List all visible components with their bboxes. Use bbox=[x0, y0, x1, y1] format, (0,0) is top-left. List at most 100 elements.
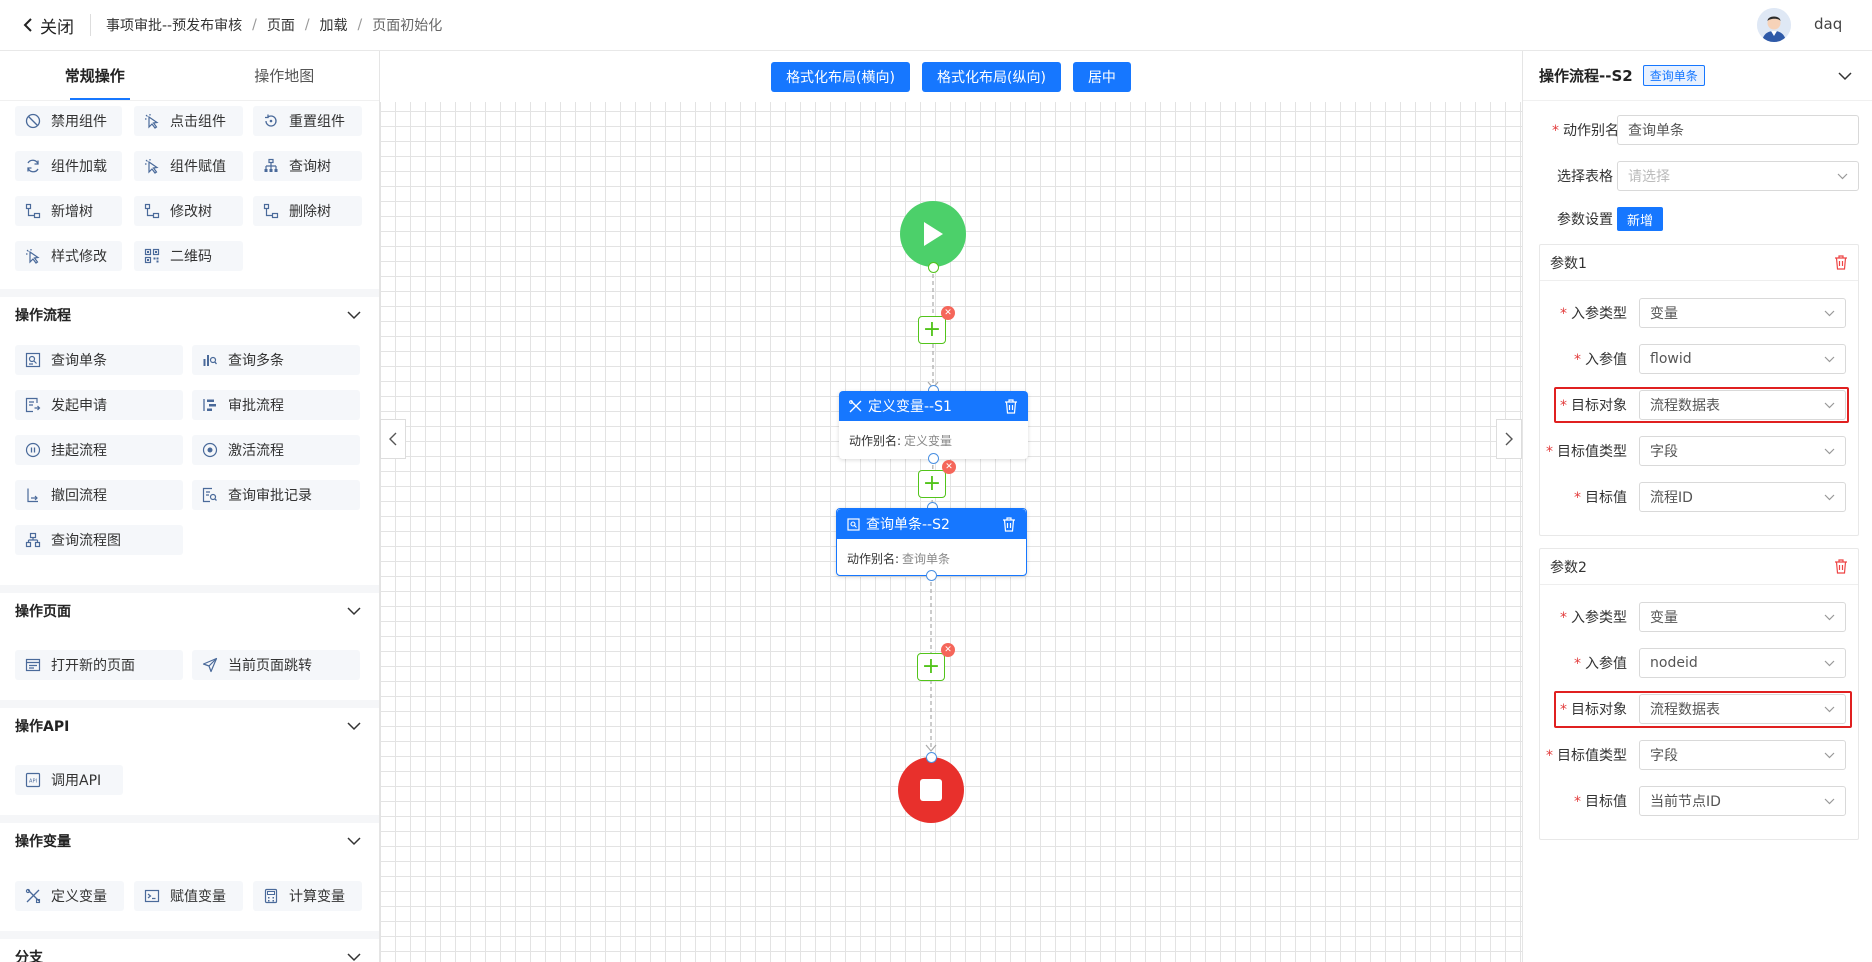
section-header-page[interactable]: 操作页面 bbox=[0, 585, 379, 629]
param1-target-value-type-select[interactable]: 字段 bbox=[1639, 436, 1846, 466]
chevron-down-icon bbox=[347, 837, 361, 846]
delete-edge-icon[interactable]: ✕ bbox=[942, 460, 956, 474]
collapse-left-panel-button[interactable] bbox=[380, 419, 406, 459]
chevron-down-icon bbox=[1824, 310, 1835, 317]
tab-common-ops[interactable]: 常规操作 bbox=[0, 51, 190, 100]
table-select[interactable]: 请选择 bbox=[1617, 161, 1859, 191]
delete-edge-icon[interactable]: ✕ bbox=[941, 643, 955, 657]
flow-steps-icon bbox=[202, 397, 218, 413]
header-divider bbox=[90, 14, 91, 36]
table-select-placeholder: 请选择 bbox=[1628, 169, 1670, 185]
palette-item-label: 组件赋值 bbox=[170, 159, 226, 175]
palette-item-label: 调用API bbox=[51, 773, 102, 789]
user-name[interactable]: daq bbox=[1814, 15, 1842, 33]
undo-doc-icon bbox=[25, 487, 41, 503]
bar-search-icon bbox=[202, 352, 218, 368]
section-header-flow[interactable]: 操作流程 bbox=[0, 289, 379, 333]
trash-icon[interactable] bbox=[1004, 399, 1018, 414]
palette-item-query-approval-record[interactable]: 查询审批记录 bbox=[192, 480, 360, 510]
param2-input-type-select[interactable]: 变量 bbox=[1639, 602, 1846, 632]
end-node-port[interactable] bbox=[926, 752, 937, 763]
breadcrumb-item[interactable]: 页面 bbox=[267, 15, 295, 35]
palette-item-load-component[interactable]: 组件加载 bbox=[15, 151, 122, 181]
palette-item-label: 激活流程 bbox=[228, 443, 284, 459]
alias-input[interactable]: 查询单条 bbox=[1617, 115, 1859, 145]
chevron-down-icon[interactable] bbox=[1838, 71, 1852, 81]
section-header-branch[interactable]: 分支 bbox=[0, 931, 379, 962]
end-node[interactable] bbox=[898, 757, 964, 823]
palette-item-query-single[interactable]: 查询单条 bbox=[15, 345, 183, 375]
section-header-api[interactable]: 操作API bbox=[0, 700, 379, 744]
add-step-button[interactable]: + bbox=[918, 470, 946, 498]
param2-input-value-select[interactable]: nodeid bbox=[1639, 648, 1846, 678]
palette-item-click-component[interactable]: 点击组件 bbox=[134, 106, 243, 136]
highlight-annotation bbox=[1554, 691, 1852, 728]
canvas-toolbar: 格式化布局(横向) 格式化布局(纵向) 居中 bbox=[380, 51, 1522, 102]
palette-item-label: 定义变量 bbox=[51, 889, 107, 905]
palette-item-style-modify[interactable]: 样式修改 bbox=[15, 241, 122, 271]
palette-item-current-page-jump[interactable]: 当前页面跳转 bbox=[192, 650, 360, 680]
chevron-down-icon bbox=[347, 722, 361, 731]
palette-item-qrcode[interactable]: 二维码 bbox=[134, 241, 243, 271]
palette-item-disable-component[interactable]: 禁用组件 bbox=[15, 106, 122, 136]
palette-item-edit-tree[interactable]: 修改树 bbox=[134, 196, 243, 226]
palette-item-call-api[interactable]: API 调用API bbox=[15, 765, 123, 795]
flow-canvas[interactable]: 格式化布局(横向) 格式化布局(纵向) 居中 + ✕ 定义变量--S1 动作别名… bbox=[380, 51, 1522, 962]
breadcrumb-item[interactable]: 事项审批--预发布审核 bbox=[106, 15, 242, 35]
palette-item-withdraw-flow[interactable]: 撤回流程 bbox=[15, 480, 183, 510]
chevron-left-icon bbox=[389, 432, 397, 446]
param2-target-value-select[interactable]: 当前节点ID bbox=[1639, 786, 1846, 816]
palette-item-suspend-flow[interactable]: 挂起流程 bbox=[15, 435, 183, 465]
center-button[interactable]: 居中 bbox=[1072, 61, 1131, 92]
format-vertical-button[interactable]: 格式化布局(纵向) bbox=[922, 61, 1061, 92]
param2-target-value-type-select[interactable]: 字段 bbox=[1639, 740, 1846, 770]
node-output-port[interactable] bbox=[928, 453, 939, 464]
param1-input-type-select[interactable]: 变量 bbox=[1639, 298, 1846, 328]
tab-ops-map[interactable]: 操作地图 bbox=[190, 51, 380, 100]
select-value: nodeid bbox=[1650, 655, 1698, 671]
close-button[interactable]: 关闭 bbox=[22, 13, 74, 38]
palette-item-delete-tree[interactable]: 删除树 bbox=[253, 196, 362, 226]
palette-item-approve-flow[interactable]: 审批流程 bbox=[192, 390, 360, 420]
param1-input-value-select[interactable]: flowid bbox=[1639, 344, 1846, 374]
trash-icon[interactable] bbox=[1834, 559, 1848, 574]
trash-icon[interactable] bbox=[1834, 255, 1848, 270]
start-node-port[interactable] bbox=[928, 262, 939, 273]
palette-item-assign-variable[interactable]: 赋值变量 bbox=[134, 881, 243, 911]
start-node[interactable] bbox=[900, 201, 966, 267]
section-header-variable[interactable]: 操作变量 bbox=[0, 815, 379, 859]
play-icon bbox=[924, 222, 943, 246]
select-value: 字段 bbox=[1650, 748, 1678, 764]
palette-item-label: 删除树 bbox=[289, 204, 331, 220]
palette-item-reset-component[interactable]: 重置组件 bbox=[253, 106, 362, 136]
palette-item-open-new-page[interactable]: 打开新的页面 bbox=[15, 650, 183, 680]
user-avatar-icon bbox=[1757, 8, 1791, 42]
palette-item-start-apply[interactable]: 发起申请 bbox=[15, 390, 183, 420]
add-param-button[interactable]: 新增 bbox=[1617, 207, 1664, 231]
palette-item-query-flow-chart[interactable]: 查询流程图 bbox=[15, 525, 183, 555]
flow-node-s1[interactable]: 定义变量--S1 动作别名: 定义变量 bbox=[839, 391, 1028, 459]
node-output-port[interactable] bbox=[926, 570, 937, 581]
add-step-button[interactable]: + bbox=[917, 653, 945, 681]
delete-edge-icon[interactable]: ✕ bbox=[941, 306, 955, 320]
add-step-button[interactable]: + bbox=[918, 316, 946, 344]
format-horizontal-button[interactable]: 格式化布局(横向) bbox=[771, 61, 910, 92]
select-value: 变量 bbox=[1650, 306, 1678, 322]
palette-item-assign-component[interactable]: 组件赋值 bbox=[134, 151, 243, 181]
param1-target-value-select[interactable]: 流程ID bbox=[1639, 482, 1846, 512]
palette-item-add-tree[interactable]: 新增树 bbox=[15, 196, 122, 226]
breadcrumb-item[interactable]: 加载 bbox=[320, 15, 348, 35]
palette-item-define-variable[interactable]: 定义变量 bbox=[15, 881, 124, 911]
reset-icon bbox=[263, 113, 279, 129]
trash-icon[interactable] bbox=[1002, 517, 1016, 532]
org-chart-icon bbox=[25, 532, 41, 548]
palette-item-compute-variable[interactable]: 计算变量 bbox=[253, 881, 362, 911]
collapse-right-panel-button[interactable] bbox=[1496, 419, 1522, 459]
param1-field-label: * 入参类型 bbox=[1560, 306, 1627, 322]
action-palette: 常规操作 操作地图 禁用组件 点击组件 重置组件 组件加载 组件赋值 查询树 新… bbox=[0, 51, 380, 962]
palette-item-activate-flow[interactable]: 激活流程 bbox=[192, 435, 360, 465]
avatar[interactable] bbox=[1757, 8, 1791, 42]
palette-item-query-tree[interactable]: 查询树 bbox=[253, 151, 362, 181]
palette-item-query-multi[interactable]: 查询多条 bbox=[192, 345, 360, 375]
flow-node-s2[interactable]: 查询单条--S2 动作别名: 查询单条 bbox=[836, 508, 1027, 576]
